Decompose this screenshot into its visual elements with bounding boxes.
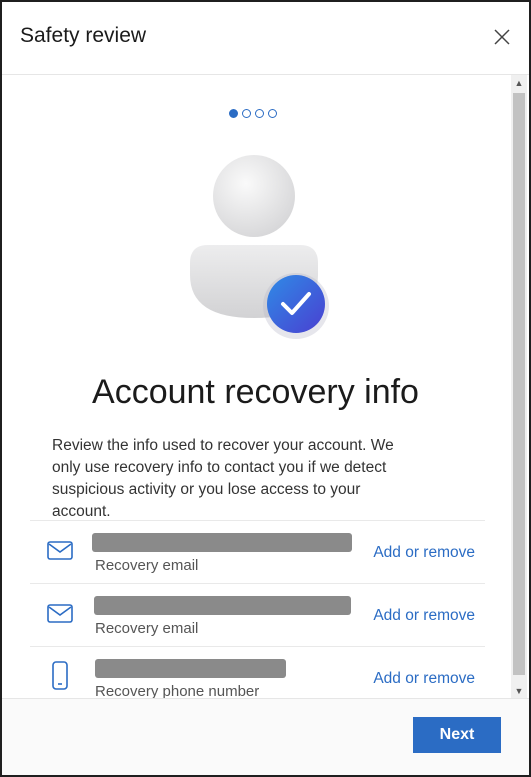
add-or-remove-link[interactable]: Add or remove — [373, 670, 475, 688]
step-dot-4 — [268, 109, 277, 118]
scroll-down-arrow-icon[interactable]: ▼ — [511, 683, 527, 699]
redacted-value — [94, 596, 351, 615]
page-title: Account recovery info — [92, 373, 419, 411]
list-item: Recovery email Add or remove — [30, 583, 485, 646]
scrollbar-thumb[interactable] — [513, 93, 525, 675]
list-item: Recovery email Add or remove — [30, 520, 485, 583]
redacted-value — [92, 533, 352, 552]
scrollbar[interactable]: ▲ ▼ — [511, 75, 527, 699]
dialog-title: Safety review — [20, 24, 147, 47]
row-label: Recovery email — [95, 620, 199, 637]
row-label: Recovery email — [95, 557, 199, 574]
dialog-header: Safety review — [2, 2, 529, 75]
add-or-remove-link[interactable]: Add or remove — [373, 607, 475, 625]
mail-icon — [46, 602, 74, 626]
list-item: Recovery phone number Add or remove — [30, 646, 485, 699]
next-button[interactable]: Next — [413, 717, 501, 753]
step-indicator — [229, 109, 277, 118]
row-label: Recovery phone number — [95, 683, 260, 699]
step-dot-2 — [242, 109, 251, 118]
page-description: Review the info used to recover your acc… — [52, 437, 394, 520]
dialog-content: Account recovery info Review the info us… — [2, 75, 509, 699]
close-icon[interactable] — [491, 26, 513, 48]
step-dot-1 — [229, 109, 238, 118]
safety-review-dialog: Safety review Account recovery info Revi… — [0, 0, 531, 777]
redacted-value — [95, 659, 286, 678]
phone-icon — [46, 661, 74, 690]
add-or-remove-link[interactable]: Add or remove — [373, 544, 475, 562]
account-illustration — [182, 153, 342, 343]
mail-icon — [46, 539, 74, 563]
recovery-info-list: Recovery email Add or remove Recovery em… — [30, 520, 485, 699]
step-dot-3 — [255, 109, 264, 118]
dialog-footer: Next — [2, 698, 529, 775]
scroll-up-arrow-icon[interactable]: ▲ — [511, 75, 527, 91]
